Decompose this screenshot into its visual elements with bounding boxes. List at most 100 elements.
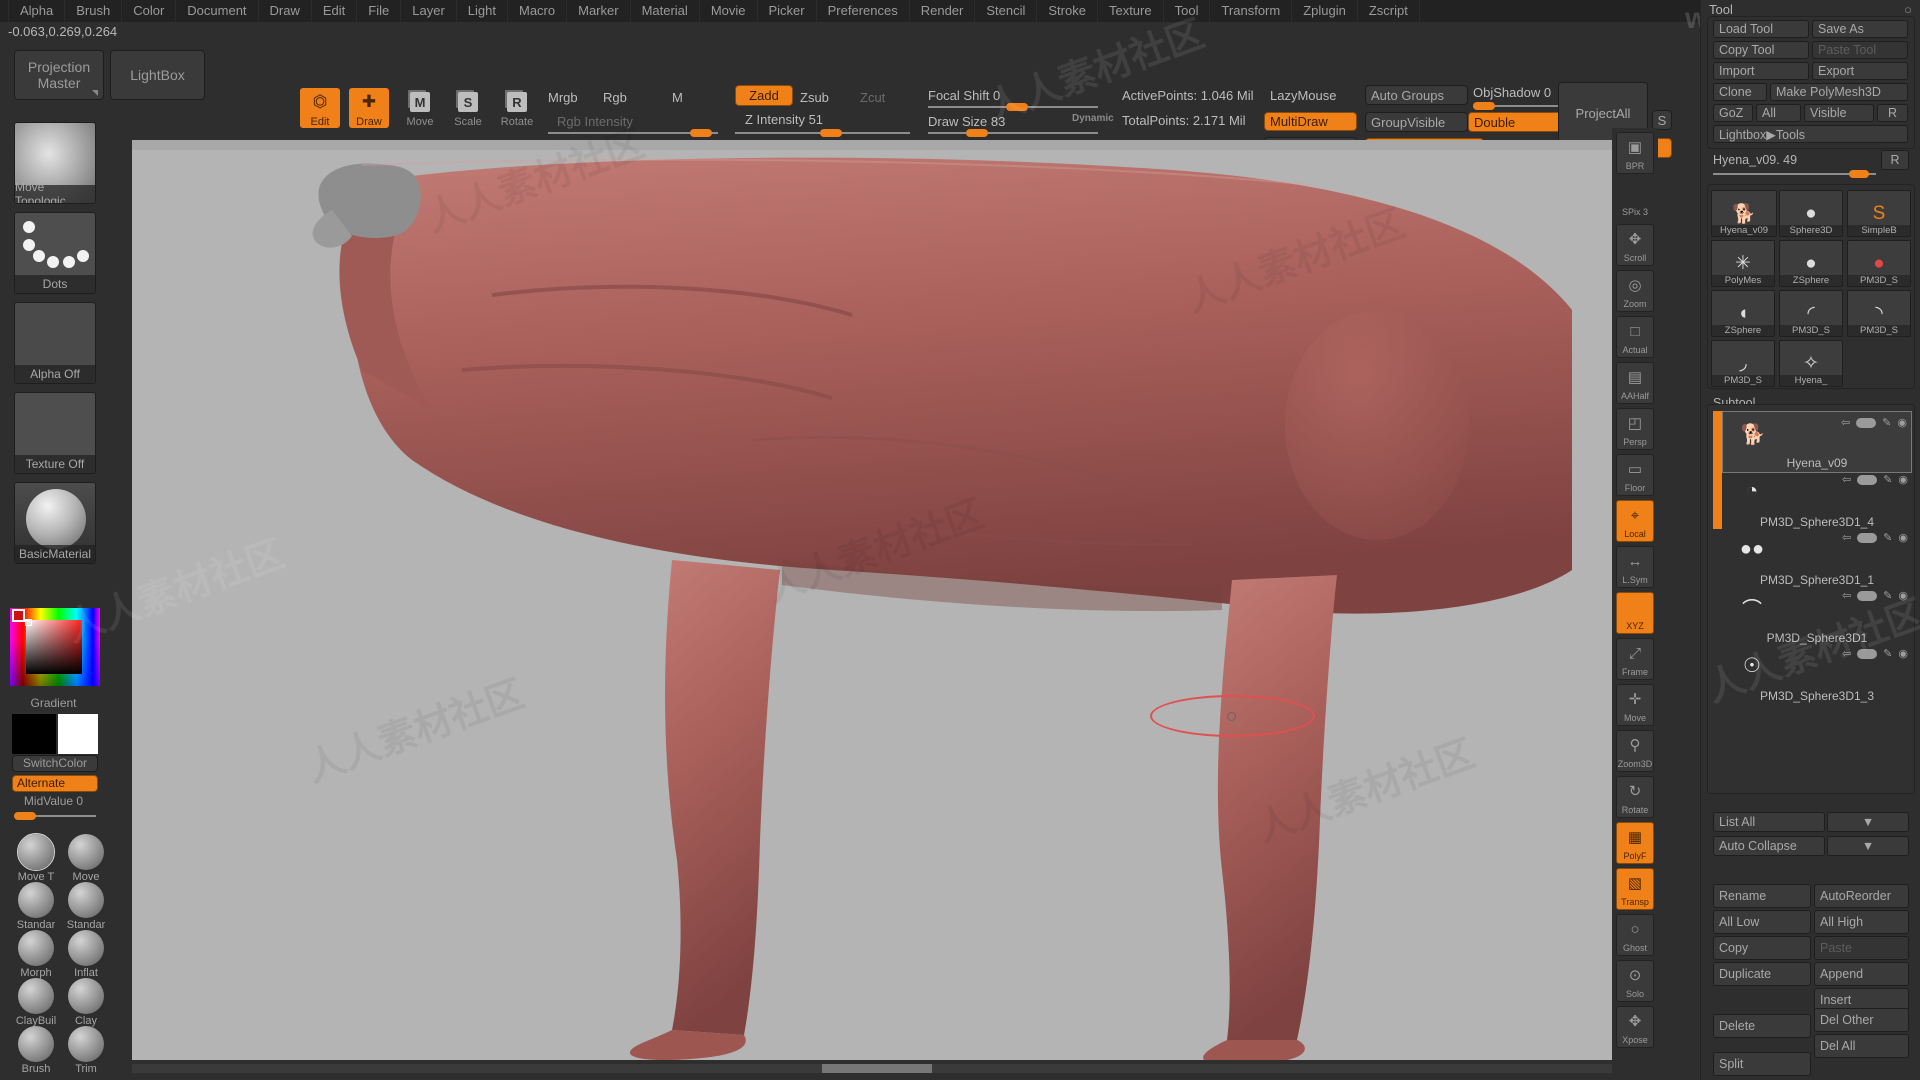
lightbox-tools-button[interactable]: Lightbox▶Tools <box>1713 125 1908 143</box>
menu-item-alpha[interactable]: Alpha <box>8 0 66 22</box>
brush-item-3[interactable]: Standar <box>60 882 112 931</box>
subtool-list[interactable]: 🐕 ⇦ ✎ ◉ Hyena_v09 ◔ ⇦ ✎ ◉ PM3D_Sphere3D1_4 ●● ⇦ ✎ ◉ PM… <box>1707 404 1915 794</box>
subtool-toggle-pill[interactable] <box>1856 417 1877 428</box>
brush-item-5[interactable]: Inflat <box>60 930 112 979</box>
subtool-move-icon[interactable]: ⇦ <box>1842 531 1851 544</box>
rgb-intensity-slider[interactable] <box>548 129 718 137</box>
tool-thumbnail-4[interactable]: ● ZSphere <box>1779 240 1843 287</box>
draw-button[interactable]: ✚ Draw <box>349 88 389 128</box>
subtool-row-4[interactable]: ☉ ⇦ ✎ ◉ PM3D_Sphere3D1_3 <box>1722 643 1912 705</box>
subtool-visibility-icons[interactable]: ⇦ ✎ ◉ <box>1842 647 1908 660</box>
focal-shift-knob[interactable] <box>1006 103 1028 111</box>
r-button-2[interactable]: R <box>1881 150 1909 170</box>
subtool-row-0[interactable]: 🐕 ⇦ ✎ ◉ Hyena_v09 <box>1722 411 1912 473</box>
viewport-button-l-sym[interactable]: ↔ L.Sym <box>1616 546 1654 588</box>
list-all-dropdown[interactable]: ▼ <box>1827 812 1909 832</box>
brush-item-8[interactable]: Brush <box>10 1026 62 1075</box>
tool-thumbnail-0[interactable]: 🐕 Hyena_v09 <box>1711 190 1777 237</box>
tool-thumbnail-7[interactable]: ◜ PM3D_S <box>1779 290 1843 337</box>
rotate-mode-button[interactable]: R Rotate <box>497 88 537 128</box>
current-alpha-swatch[interactable]: Alpha Off <box>14 302 96 384</box>
brush-item-7[interactable]: Clay <box>60 978 112 1027</box>
subtool-move-icon[interactable]: ⇦ <box>1842 473 1851 486</box>
z-intensity-knob[interactable] <box>820 129 842 137</box>
subtool-move-icon[interactable]: ⇦ <box>1841 416 1850 429</box>
all-button[interactable]: All <box>1756 104 1801 122</box>
midvalue-knob[interactable] <box>14 812 36 820</box>
list-all-button[interactable]: List All <box>1713 812 1825 832</box>
tool-thumbnail-9[interactable]: ◞ PM3D_S <box>1711 340 1775 387</box>
menu-item-draw[interactable]: Draw <box>259 0 312 22</box>
menu-item-material[interactable]: Material <box>631 0 700 22</box>
current-texture-swatch[interactable]: Texture Off <box>14 392 96 474</box>
tool-thumbnail-6[interactable]: ◖ ZSphere <box>1711 290 1775 337</box>
menu-item-zplugin[interactable]: Zplugin <box>1292 0 1358 22</box>
tool-panel-collapse-icon[interactable]: ○ <box>1904 2 1912 17</box>
menu-item-file[interactable]: File <box>357 0 402 22</box>
del-all-button[interactable]: Del All <box>1814 1034 1909 1058</box>
subtool-toggle-pill[interactable] <box>1857 648 1878 659</box>
append-button[interactable]: Append <box>1814 962 1909 986</box>
viewport-button-actual[interactable]: □ Actual <box>1616 316 1654 358</box>
export-button[interactable]: Export <box>1812 62 1908 80</box>
zadd-button[interactable]: Zadd <box>735 85 793 106</box>
secondary-color-swatch[interactable] <box>58 714 98 754</box>
alternate-button[interactable]: Alternate <box>12 775 98 792</box>
clone-button[interactable]: Clone <box>1713 83 1767 101</box>
brush-item-6[interactable]: ClayBuil <box>10 978 62 1027</box>
del-other-button[interactable]: Del Other <box>1814 1008 1909 1032</box>
viewport-button-aahalf[interactable]: ▤ AAHalf <box>1616 362 1654 404</box>
s-button[interactable]: S <box>1652 110 1672 130</box>
paste-button[interactable]: Paste <box>1814 936 1909 960</box>
subtool-visibility-icons[interactable]: ⇦ ✎ ◉ <box>1841 416 1907 429</box>
subtool-row-2[interactable]: ●● ⇦ ✎ ◉ PM3D_Sphere3D1_1 <box>1722 527 1912 589</box>
menu-item-marker[interactable]: Marker <box>567 0 631 22</box>
subtool-eye-icon[interactable]: ◉ <box>1898 589 1908 602</box>
menu-item-texture[interactable]: Texture <box>1098 0 1164 22</box>
copy-button[interactable]: Copy <box>1713 936 1811 960</box>
tool-thumbnail-8[interactable]: ◝ PM3D_S <box>1847 290 1911 337</box>
save-as-button[interactable]: Save As <box>1812 20 1908 38</box>
tool-thumbnail-3[interactable]: ✳ PolyMes <box>1711 240 1775 287</box>
viewport-button-polyf[interactable]: ▦ PolyF <box>1616 822 1654 864</box>
focal-shift-slider[interactable] <box>928 103 1098 111</box>
viewport-button-rotate[interactable]: ↻ Rotate <box>1616 776 1654 818</box>
tool-slider[interactable] <box>1713 170 1876 178</box>
load-tool-button[interactable]: Load Tool <box>1713 20 1809 38</box>
menu-item-layer[interactable]: Layer <box>401 0 457 22</box>
subtool-paint-icon[interactable]: ✎ <box>1883 473 1892 486</box>
viewport-button-transp[interactable]: ▧ Transp <box>1616 868 1654 910</box>
viewport-button-floor[interactable]: ▭ Floor <box>1616 454 1654 496</box>
subtool-row-3[interactable]: ⌒ ⇦ ✎ ◉ PM3D_Sphere3D1 <box>1722 585 1912 647</box>
menu-item-color[interactable]: Color <box>122 0 177 22</box>
rgb-button[interactable]: Rgb <box>603 90 627 105</box>
viewport-button-ghost[interactable]: ○ Ghost <box>1616 914 1654 956</box>
color-picker[interactable] <box>10 608 100 686</box>
brush-item-0[interactable]: Move T <box>10 833 62 883</box>
make-polymesh3d-button[interactable]: Make PolyMesh3D <box>1770 83 1908 101</box>
viewport-button-xpose[interactable]: ✥ Xpose <box>1616 1006 1654 1048</box>
auto-collapse-button[interactable]: Auto Collapse <box>1713 836 1825 856</box>
menu-item-macro[interactable]: Macro <box>508 0 568 22</box>
scale-mode-button[interactable]: S Scale <box>448 88 488 128</box>
tool-thumbnail-10[interactable]: ✧ Hyena_ <box>1779 340 1843 387</box>
split-button[interactable]: Split <box>1713 1052 1811 1076</box>
move-mode-button[interactable]: M Move <box>400 88 440 128</box>
canvas-horizontal-scrollbar[interactable] <box>132 1064 1612 1073</box>
subtool-toggle-pill[interactable] <box>1857 474 1878 485</box>
current-material-swatch[interactable]: BasicMaterial <box>14 482 96 564</box>
menu-item-preferences[interactable]: Preferences <box>817 0 910 22</box>
viewport-button-local[interactable]: ⌖ Local <box>1616 500 1654 542</box>
draw-size-knob[interactable] <box>966 129 988 137</box>
subtool-paint-icon[interactable]: ✎ <box>1882 416 1891 429</box>
import-button[interactable]: Import <box>1713 62 1809 80</box>
switch-color-button[interactable]: SwitchColor <box>12 755 98 772</box>
brush-item-2[interactable]: Standar <box>10 882 62 931</box>
subtool-visibility-icons[interactable]: ⇦ ✎ ◉ <box>1842 473 1908 486</box>
subtool-move-icon[interactable]: ⇦ <box>1842 647 1851 660</box>
menu-item-brush[interactable]: Brush <box>65 0 123 22</box>
viewport-button-persp[interactable]: ◰ Persp <box>1616 408 1654 450</box>
subtool-scrollbar[interactable] <box>1713 411 1722 529</box>
autoreorder-button[interactable]: AutoReorder <box>1814 884 1909 908</box>
subtool-visibility-icons[interactable]: ⇦ ✎ ◉ <box>1842 589 1908 602</box>
